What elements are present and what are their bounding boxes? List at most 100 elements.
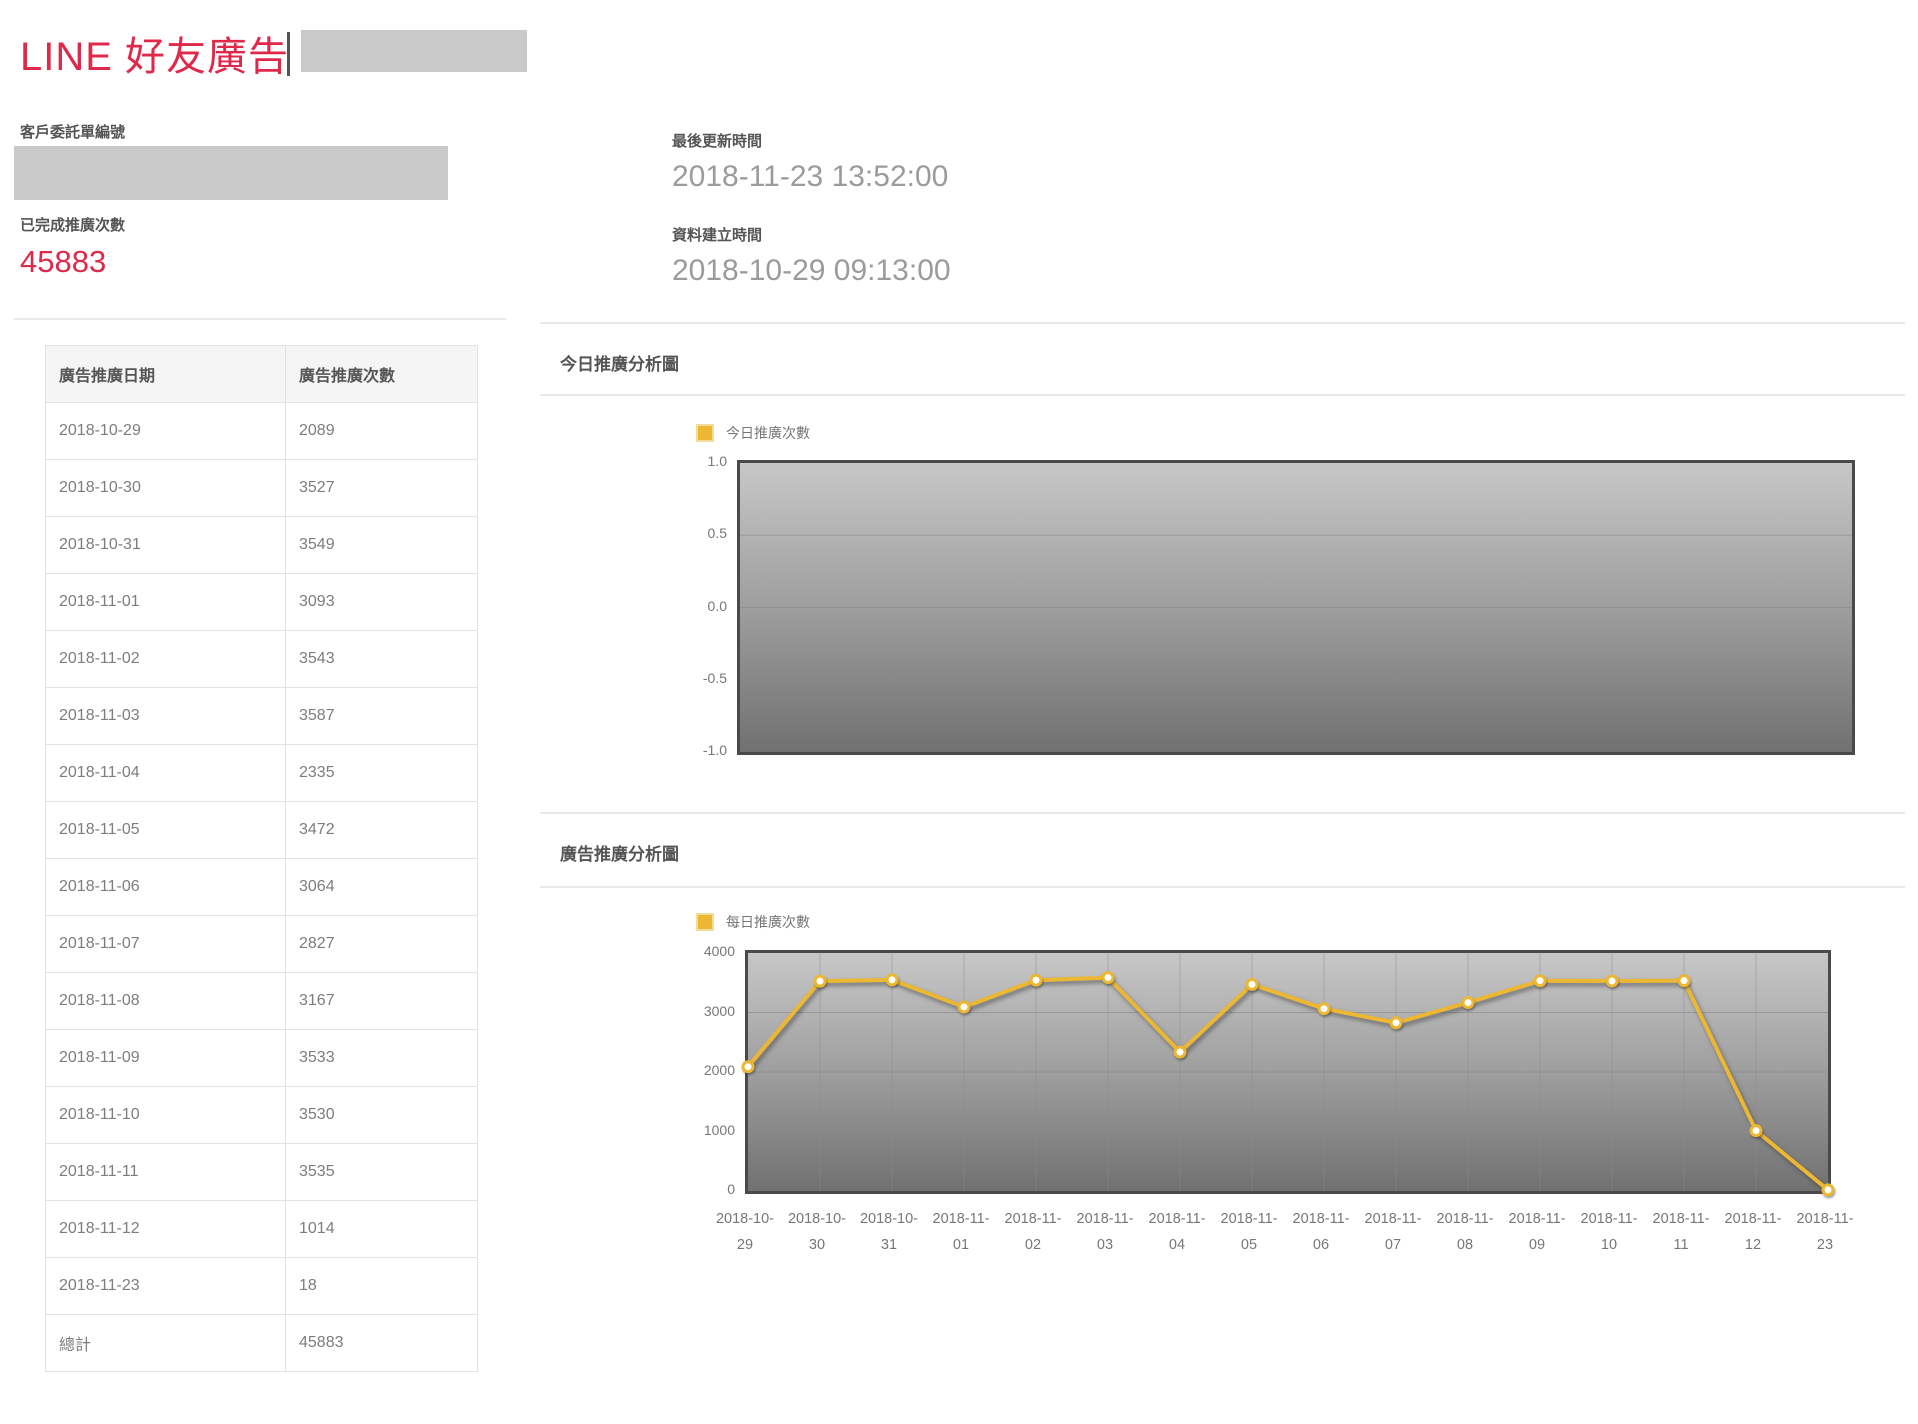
table-cell: 2827 [286,916,478,973]
data-point-marker [1607,976,1617,986]
table-cell: 1014 [286,1201,478,1258]
table-cell: 2335 [286,745,478,802]
data-point-marker [1175,1047,1185,1057]
table-row: 2018-11-053472 [46,802,478,859]
data-point-marker [743,1062,753,1072]
table-cell: 3527 [286,460,478,517]
daily-chart-plot [745,950,1831,1194]
table-cell: 總計 [46,1315,286,1372]
y-axis-tick-label: 1000 [655,1120,735,1140]
table-cell: 2018-10-29 [46,403,286,460]
page: LINE 好友廣告 客戶委託單編號 已完成推廣次數 45883 最後更新時間 2… [0,0,1918,1424]
table-cell: 3093 [286,574,478,631]
page-title: LINE 好友廣告 [20,24,289,82]
table-cell: 3167 [286,973,478,1030]
table-cell: 2018-11-05 [46,802,286,859]
promo-table-col-header: 廣告推廣日期 [46,346,286,403]
y-axis-tick-label: 0.0 [647,596,727,616]
table-cell: 2018-10-30 [46,460,286,517]
table-row: 2018-11-103530 [46,1087,478,1144]
y-axis-tick-label: 0 [655,1179,735,1199]
data-point-marker [815,976,825,986]
daily-chart-legend: 每日推廣次數 [696,913,810,931]
table-row: 2018-11-121014 [46,1201,478,1258]
table-cell: 2018-11-12 [46,1201,286,1258]
completed-count-label: 已完成推廣次數 [20,214,125,235]
y-axis-tick-label: 2000 [655,1060,735,1080]
section-divider [540,394,1905,396]
today-chart-legend: 今日推廣次數 [696,424,810,442]
y-axis-tick-label: 3000 [655,1001,735,1021]
created-time-label: 資料建立時間 [672,224,762,245]
legend-label: 今日推廣次數 [726,423,810,443]
y-axis-tick-label: 0.5 [647,523,727,543]
redacted-campaign-name [301,30,527,72]
today-chart-plot [737,460,1855,755]
data-point-marker [887,975,897,985]
table-cell: 2018-11-04 [46,745,286,802]
section-divider [540,886,1905,888]
completed-count-value: 45883 [20,244,106,280]
promo-table-header-row: 廣告推廣日期廣告推廣次數 [46,346,478,403]
data-point-marker [1751,1126,1761,1136]
table-row: 2018-10-303527 [46,460,478,517]
table-cell: 3472 [286,802,478,859]
data-point-marker [1319,1004,1329,1014]
y-axis-tick-label: -1.0 [647,740,727,760]
data-point-marker [1247,979,1257,989]
table-cell: 3535 [286,1144,478,1201]
table-cell: 3064 [286,859,478,916]
table-row: 2018-11-023543 [46,631,478,688]
data-point-marker [1103,973,1113,983]
legend-swatch-icon [696,424,714,442]
data-point-marker [1463,998,1473,1008]
table-cell: 2089 [286,403,478,460]
x-axis-tick-label: 2018-11-23 [1783,1206,1867,1258]
table-cell: 2018-11-09 [46,1030,286,1087]
last-updated-value: 2018-11-23 13:52:00 [672,160,948,194]
table-cell: 2018-11-10 [46,1087,286,1144]
table-row: 2018-11-113535 [46,1144,478,1201]
table-cell: 45883 [286,1315,478,1372]
data-point-marker [1031,975,1041,985]
table-cell: 2018-11-07 [46,916,286,973]
redacted-order-number [14,146,448,200]
table-cell: 2018-11-01 [46,574,286,631]
y-axis-tick-label: 4000 [655,941,735,961]
table-cell: 2018-11-08 [46,973,286,1030]
table-row: 總計45883 [46,1315,478,1372]
data-point-marker [1535,976,1545,986]
table-cell: 3543 [286,631,478,688]
today-chart-title: 今日推廣分析圖 [560,350,679,375]
series-line [748,978,1828,1190]
last-updated-label: 最後更新時間 [672,130,762,151]
data-point-marker [1679,976,1689,986]
title-separator [287,32,290,76]
table-cell: 3587 [286,688,478,745]
table-row: 2018-11-042335 [46,745,478,802]
table-cell: 3530 [286,1087,478,1144]
table-cell: 2018-11-02 [46,631,286,688]
table-cell: 18 [286,1258,478,1315]
table-cell: 2018-11-11 [46,1144,286,1201]
legend-label: 每日推廣次數 [726,912,810,932]
table-cell: 2018-10-31 [46,517,286,574]
y-axis-tick-label: 1.0 [647,451,727,471]
order-number-label: 客戶委託單編號 [20,121,125,142]
left-section-divider [14,318,506,320]
data-point-marker [1823,1185,1833,1195]
promo-table: 廣告推廣日期廣告推廣次數 2018-10-2920892018-10-30352… [45,345,478,1372]
table-row: 2018-11-2318 [46,1258,478,1315]
created-time-value: 2018-10-29 09:13:00 [672,254,951,288]
table-row: 2018-11-013093 [46,574,478,631]
table-cell: 2018-11-23 [46,1258,286,1315]
y-axis-tick-label: -0.5 [647,668,727,688]
legend-swatch-icon [696,913,714,931]
table-cell: 3533 [286,1030,478,1087]
promo-table-col-header: 廣告推廣次數 [286,346,478,403]
table-row: 2018-11-063064 [46,859,478,916]
daily-chart-title: 廣告推廣分析圖 [560,840,679,865]
table-cell: 2018-11-06 [46,859,286,916]
data-point-marker [959,1002,969,1012]
chart-canvas [740,463,1852,752]
